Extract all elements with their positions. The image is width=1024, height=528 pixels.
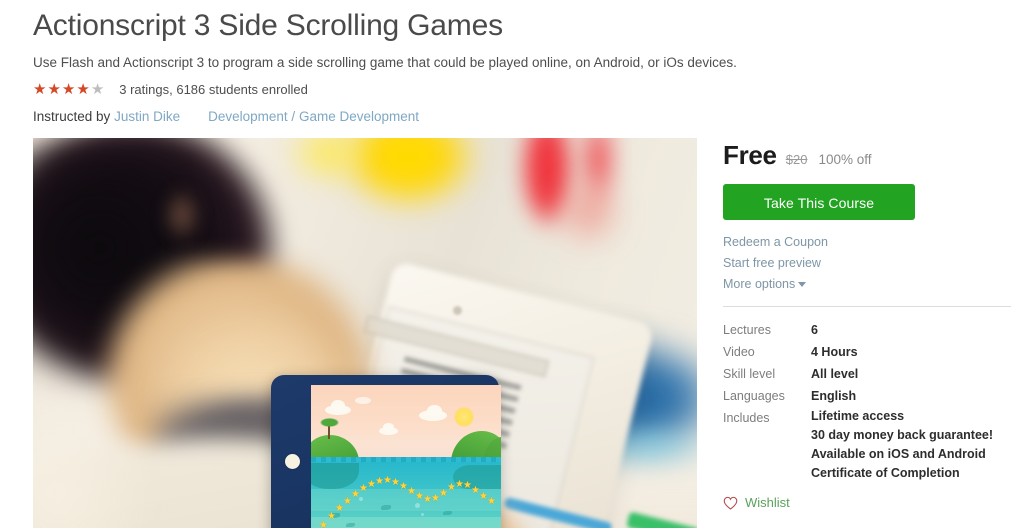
sidebar-links: Redeem a Coupon Start free preview More … bbox=[723, 232, 1011, 295]
rating-stars: ★ ★ ★ ★ ★ bbox=[33, 82, 105, 97]
detail-value: 6 bbox=[811, 323, 818, 337]
includes-list: Lifetime access 30 day money back guaran… bbox=[811, 407, 993, 483]
includes-item: 30 day money back guarantee! bbox=[811, 428, 994, 442]
price-current: Free bbox=[723, 140, 777, 170]
start-free-preview-label: Start free preview bbox=[723, 256, 821, 270]
detail-value: English bbox=[811, 389, 857, 403]
detail-label: Languages bbox=[723, 389, 785, 403]
course-details-table: Lectures 6 Video 4 Hours Skill level All… bbox=[723, 319, 1011, 483]
course-subtitle: Use Flash and Actionscript 3 to program … bbox=[33, 55, 737, 70]
game-water-band bbox=[311, 517, 501, 528]
course-preview-image[interactable]: ★★★★★★★★★★★★★★★★★★★★★★★ bbox=[33, 138, 697, 528]
detail-row: Skill level All level bbox=[723, 363, 1011, 385]
course-purchase-sidebar: Free $20 100% off Take This Course Redee… bbox=[723, 140, 1011, 510]
redeem-coupon-link[interactable]: Redeem a Coupon bbox=[723, 232, 1011, 253]
game-fish-icon bbox=[443, 511, 452, 515]
game-cloud-icon bbox=[355, 397, 371, 404]
detail-label: Includes bbox=[723, 411, 770, 425]
category-link[interactable]: Development bbox=[208, 109, 288, 124]
more-options-link[interactable]: More options bbox=[723, 274, 1011, 295]
game-star-coin-icon: ★ bbox=[319, 520, 328, 528]
detail-row: Languages English bbox=[723, 385, 1011, 407]
instructed-by-label: Instructed by bbox=[33, 109, 111, 124]
includes-item: Lifetime access bbox=[811, 409, 905, 423]
heart-icon bbox=[723, 496, 738, 510]
chevron-down-icon bbox=[798, 282, 807, 287]
includes-item: Certificate of Completion bbox=[811, 466, 960, 480]
game-bubble-icon bbox=[421, 513, 424, 516]
instructor-link[interactable]: Justin Dike bbox=[114, 109, 180, 124]
wishlist-label: Wishlist bbox=[745, 495, 790, 510]
subcategory-link[interactable]: Game Development bbox=[299, 109, 419, 124]
detail-row: Lectures 6 bbox=[723, 319, 1011, 341]
game-cloud-icon bbox=[331, 400, 345, 411]
wishlist-button[interactable]: Wishlist bbox=[723, 495, 823, 510]
star-filled-icon: ★ bbox=[61, 80, 76, 98]
price-original: $20 bbox=[785, 152, 808, 167]
background-red-blob bbox=[553, 178, 623, 248]
game-star-coin-icon: ★ bbox=[487, 496, 496, 507]
start-free-preview-link[interactable]: Start free preview bbox=[723, 253, 1011, 274]
breadcrumb-separator: / bbox=[291, 109, 296, 124]
detail-label: Lectures bbox=[723, 323, 771, 337]
detail-row-includes: Includes Lifetime access 30 day money ba… bbox=[723, 407, 1011, 483]
game-cloud-icon bbox=[383, 423, 394, 431]
game-fish-icon bbox=[381, 505, 391, 510]
page-title: Actionscript 3 Side Scrolling Games bbox=[33, 9, 503, 42]
game-fish-icon bbox=[346, 523, 355, 527]
rating-text: 3 ratings, 6186 students enrolled bbox=[119, 81, 308, 97]
instructor-row: Instructed by Justin Dike Development / … bbox=[33, 109, 793, 127]
take-this-course-button[interactable]: Take This Course bbox=[723, 184, 915, 220]
star-filled-icon: ★ bbox=[33, 80, 47, 98]
person-ear bbox=[161, 186, 203, 244]
breadcrumb: Development / Game Development bbox=[208, 109, 419, 124]
course-header: Actionscript 3 Side Scrolling Games Use … bbox=[33, 0, 793, 127]
tablet-home-button-icon bbox=[285, 454, 300, 469]
discount-badge: 100% off bbox=[818, 152, 872, 167]
more-options-label: More options bbox=[723, 277, 796, 291]
game-palm-tree bbox=[320, 418, 339, 427]
game-bubble-icon bbox=[415, 503, 420, 508]
detail-label: Skill level bbox=[723, 367, 776, 381]
game-waterline bbox=[311, 457, 501, 462]
redeem-coupon-label: Redeem a Coupon bbox=[723, 235, 828, 249]
rating-row: ★ ★ ★ ★ ★ 3 ratings, 6186 students enrol… bbox=[33, 80, 793, 98]
person-shoulder bbox=[33, 393, 153, 528]
game-sun-icon bbox=[454, 407, 474, 427]
sidebar-divider bbox=[723, 306, 1011, 307]
detail-value: 4 Hours bbox=[811, 345, 858, 359]
price-row: Free $20 100% off bbox=[723, 140, 1011, 170]
includes-item: Available on iOS and Android bbox=[811, 447, 986, 461]
game-cloud-icon bbox=[427, 405, 442, 416]
detail-row: Video 4 Hours bbox=[723, 341, 1011, 363]
star-filled-icon: ★ bbox=[76, 80, 90, 98]
star-empty-icon: ★ bbox=[90, 80, 105, 98]
course-landing-page: Actionscript 3 Side Scrolling Games Use … bbox=[0, 0, 1024, 528]
game-screen: ★★★★★★★★★★★★★★★★★★★★★★★ bbox=[311, 385, 501, 528]
detail-label: Video bbox=[723, 345, 755, 359]
detail-value: All level bbox=[811, 367, 859, 381]
star-filled-icon: ★ bbox=[47, 80, 61, 98]
